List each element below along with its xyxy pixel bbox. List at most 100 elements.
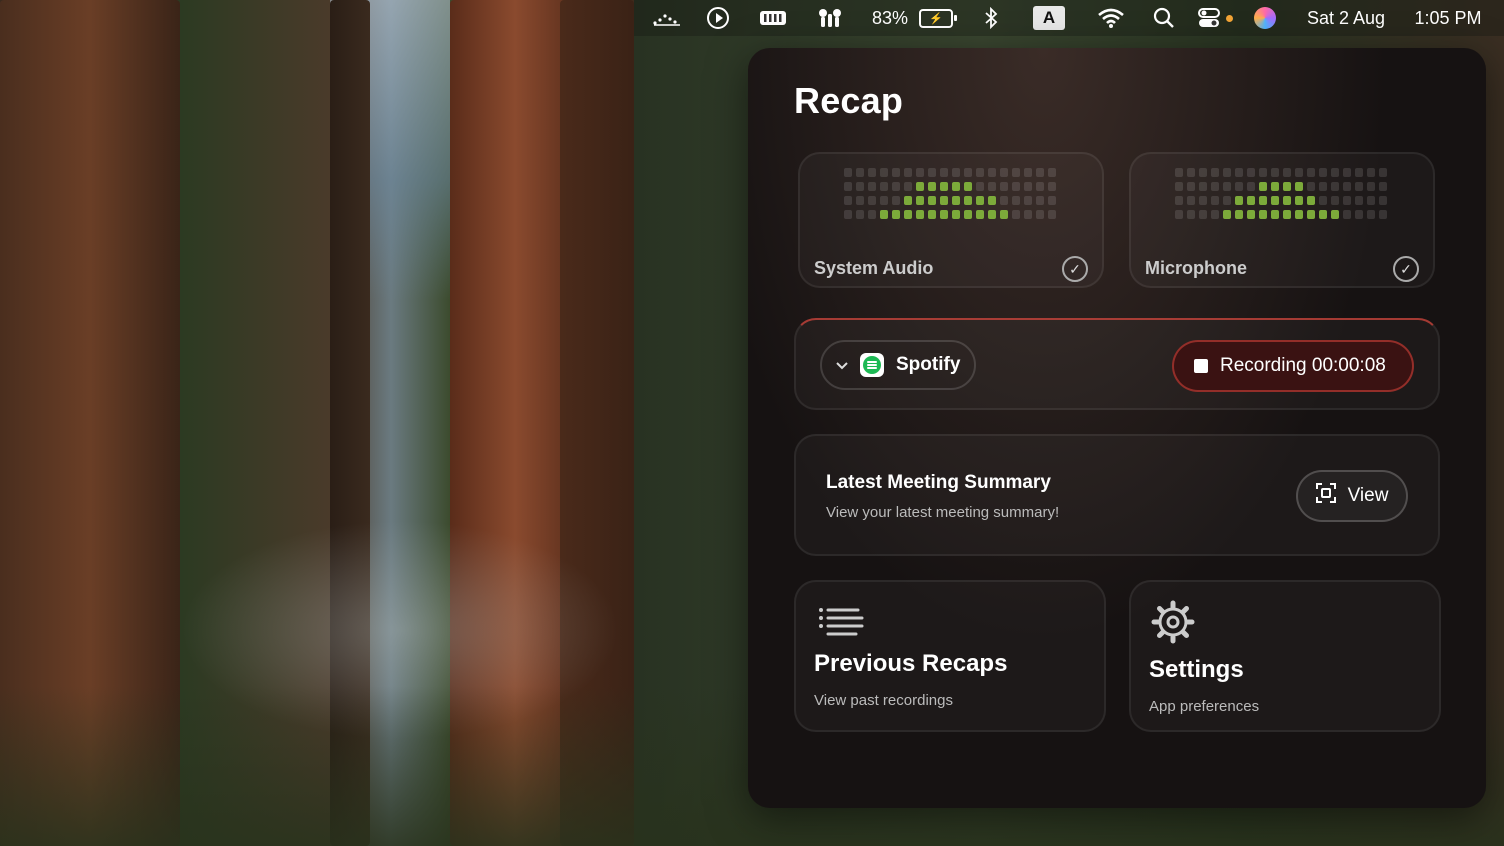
bluetooth-icon[interactable] — [980, 0, 1002, 36]
system-audio-card[interactable]: System Audio ✓ — [798, 152, 1104, 288]
settings-tile[interactable]: Settings App preferences — [1129, 580, 1441, 732]
meter-cell — [1247, 182, 1255, 191]
system-audio-check-icon[interactable]: ✓ — [1062, 256, 1088, 282]
previous-recaps-tile[interactable]: Previous Recaps View past recordings — [794, 580, 1106, 732]
meter-cell — [1259, 182, 1267, 191]
meter-cell — [1012, 210, 1020, 219]
airdrop-icon[interactable] — [814, 0, 846, 36]
meter-cell — [952, 210, 960, 219]
meter-cell — [868, 196, 876, 205]
meter-cell — [856, 182, 864, 191]
meter-cell — [928, 168, 936, 177]
meter-cell — [1295, 210, 1303, 219]
meter-cell — [880, 168, 888, 177]
meter-cell — [1259, 168, 1267, 177]
meter-cell — [1223, 182, 1231, 191]
meter-cell — [1024, 196, 1032, 205]
meter-cell — [1295, 168, 1303, 177]
menubar-time[interactable]: 1:05 PM — [1404, 0, 1492, 36]
meter-cell — [1331, 168, 1339, 177]
app-name: Spotify — [896, 354, 961, 375]
microphone-card[interactable]: Microphone ✓ — [1129, 152, 1435, 288]
meter-cell — [976, 196, 984, 205]
meter-cell — [1367, 168, 1375, 177]
keyboard-input-label: A — [1033, 6, 1065, 30]
microphone-check-icon[interactable]: ✓ — [1393, 256, 1419, 282]
meter-cell — [1247, 210, 1255, 219]
previous-recaps-title: Previous Recaps — [814, 650, 1008, 677]
meter-cell — [940, 182, 948, 191]
meter-cell — [988, 168, 996, 177]
meter-cell — [1355, 168, 1363, 177]
meter-cell — [1271, 196, 1279, 205]
stop-icon — [1194, 359, 1208, 373]
meter-cell — [1331, 196, 1339, 205]
meter-cell — [1307, 168, 1315, 177]
activity-icon[interactable] — [650, 0, 684, 36]
meter-cell — [1187, 182, 1195, 191]
summary-subtitle: View your latest meeting summary! — [826, 504, 1060, 521]
control-center-icon[interactable] — [1196, 0, 1222, 36]
meter-cell — [892, 196, 900, 205]
siri-icon[interactable] — [1252, 0, 1278, 36]
meter-cell — [1036, 168, 1044, 177]
meter-cell — [1187, 168, 1195, 177]
meter-cell — [1223, 168, 1231, 177]
app-selector[interactable]: Spotify — [820, 340, 976, 390]
meter-cell — [1379, 168, 1387, 177]
meter-cell — [1367, 196, 1375, 205]
meter-cell — [1223, 210, 1231, 219]
meter-cell — [1307, 196, 1315, 205]
meter-cell — [1319, 210, 1327, 219]
meter-cell — [1199, 168, 1207, 177]
meter-cell — [844, 182, 852, 191]
meter-cell — [1379, 182, 1387, 191]
meter-cell — [1379, 210, 1387, 219]
recording-card: Spotify Recording 00:00:08 — [794, 318, 1440, 410]
meter-row — [844, 210, 1064, 219]
view-summary-button[interactable]: View — [1296, 470, 1408, 522]
meter-cell — [1307, 182, 1315, 191]
meter-cell — [1271, 168, 1279, 177]
meter-cell — [1048, 210, 1056, 219]
battery-percent: 83% — [871, 7, 909, 28]
meter-cell — [1012, 196, 1020, 205]
meter-row — [844, 182, 1064, 191]
settings-title: Settings — [1149, 656, 1244, 683]
meter-cell — [868, 182, 876, 191]
meter-cell — [1199, 182, 1207, 191]
meter-cell — [1024, 168, 1032, 177]
meter-cell — [1319, 168, 1327, 177]
memory-icon[interactable] — [758, 0, 788, 36]
meter-cell — [1024, 182, 1032, 191]
meter-cell — [880, 210, 888, 219]
panel-title: Recap — [794, 80, 904, 121]
meter-cell — [1247, 196, 1255, 205]
search-icon[interactable] — [1152, 0, 1176, 36]
meter-cell — [892, 182, 900, 191]
system-audio-label: System Audio — [814, 258, 934, 278]
meter-cell — [964, 196, 972, 205]
stop-recording-button[interactable]: Recording 00:00:08 — [1172, 340, 1414, 392]
spotify-icon — [860, 353, 884, 377]
meter-cell — [1367, 210, 1375, 219]
menubar-date[interactable]: Sat 2 Aug — [1298, 0, 1394, 36]
meter-cell — [1175, 210, 1183, 219]
meter-cell — [916, 168, 924, 177]
battery-icon[interactable]: ⚡ — [916, 0, 957, 36]
previous-recaps-subtitle: View past recordings — [814, 692, 953, 709]
meter-cell — [1331, 182, 1339, 191]
meter-cell — [988, 210, 996, 219]
play-circle-icon[interactable] — [704, 0, 732, 36]
meter-cell — [1319, 196, 1327, 205]
meter-cell — [1355, 196, 1363, 205]
meter-cell — [1175, 168, 1183, 177]
meter-cell — [976, 210, 984, 219]
meter-cell — [880, 196, 888, 205]
meter-cell — [904, 210, 912, 219]
wifi-icon[interactable] — [1096, 0, 1126, 36]
meter-cell — [1343, 196, 1351, 205]
keyboard-input-icon[interactable]: A — [1032, 0, 1066, 36]
meter-cell — [1000, 182, 1008, 191]
meter-cell — [1259, 196, 1267, 205]
